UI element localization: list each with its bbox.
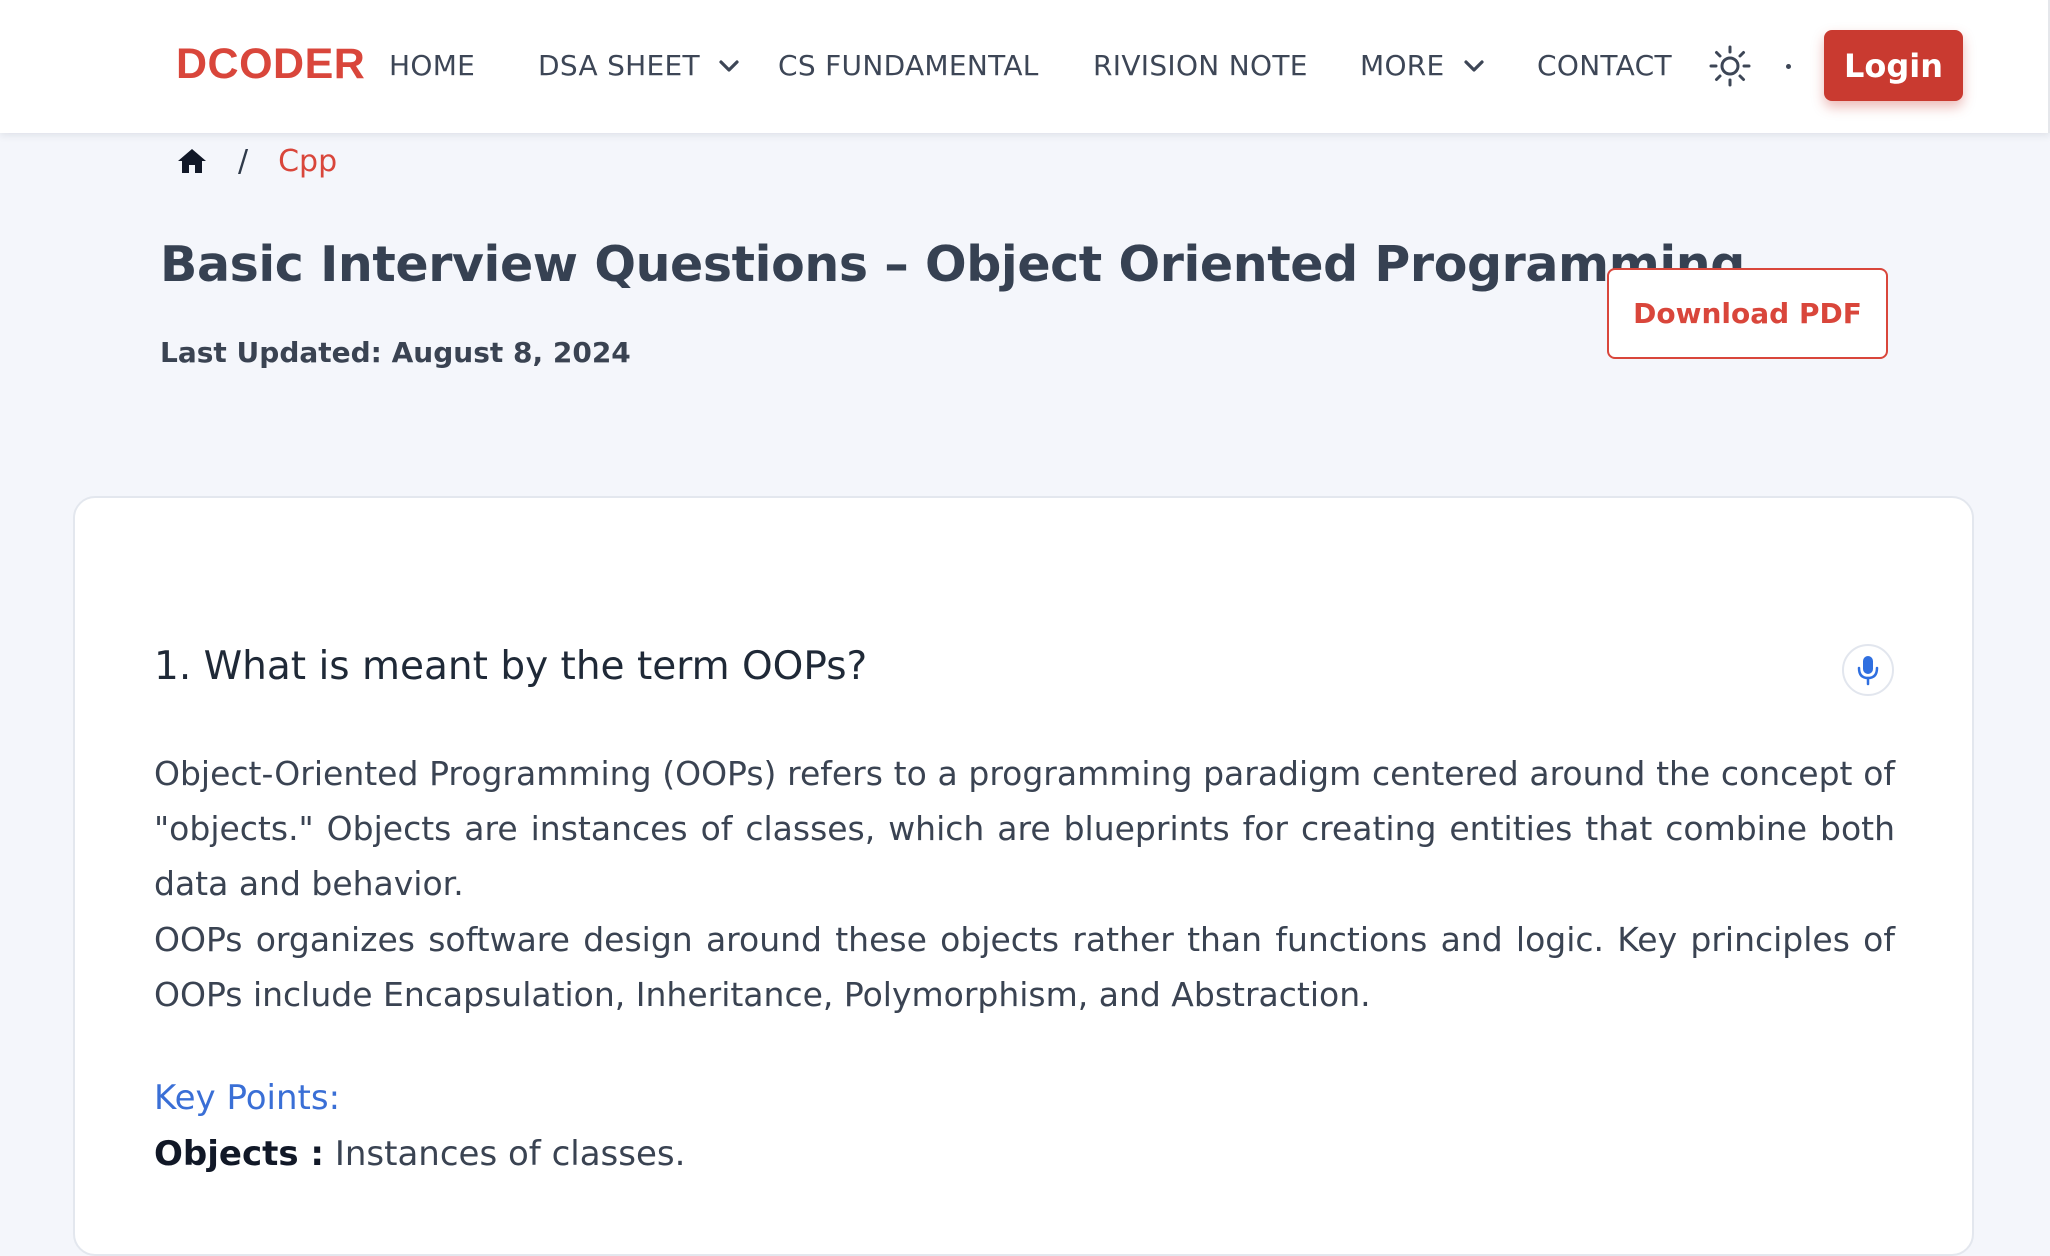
breadcrumb-current[interactable]: Cpp	[278, 144, 337, 179]
login-button[interactable]: Login	[1824, 30, 1963, 101]
nav-home-label: HOME	[389, 49, 476, 82]
nav-contact-label: CONTACT	[1537, 49, 1672, 82]
nav-rivision-note[interactable]: RIVISION NOTE	[1093, 49, 1308, 82]
sun-icon[interactable]	[1708, 44, 1752, 88]
site-logo[interactable]: DCODER	[176, 40, 365, 89]
nav-dsa-sheet-label: DSA SHEET	[538, 49, 700, 82]
download-pdf-button[interactable]: Download PDF	[1607, 268, 1888, 359]
read-aloud-button[interactable]	[1842, 644, 1894, 696]
nav-home[interactable]: HOME	[389, 49, 475, 82]
nav-cs-fundamental-label: CS FUNDAMENTAL	[778, 49, 1039, 82]
question-heading: 1. What is meant by the term OOPs?	[154, 644, 868, 689]
chevron-down-icon	[719, 59, 739, 72]
key-point-term: Objects :	[154, 1134, 325, 1174]
chevron-down-icon	[1463, 59, 1484, 72]
microphone-icon	[1857, 656, 1879, 686]
nav-more-label: MORE	[1360, 49, 1445, 82]
key-points-heading: Key Points:	[154, 1078, 341, 1118]
answer-paragraph: OOPs organizes software design around th…	[154, 920, 1895, 1014]
answer-paragraph: Object-Oriented Programming (OOPs) refer…	[154, 754, 1895, 903]
nav-cs-fundamental[interactable]: CS FUNDAMENTAL	[778, 49, 1039, 82]
key-point-text: Instances of classes.	[324, 1134, 686, 1174]
nav-rivision-note-label: RIVISION NOTE	[1093, 49, 1308, 82]
nav-separator-dot	[1786, 64, 1791, 69]
top-navbar: DCODER HOME DSA SHEET CS FUNDAMENTAL RIV…	[0, 0, 2050, 133]
home-icon[interactable]	[176, 146, 208, 176]
last-updated: Last Updated: August 8, 2024	[160, 336, 631, 369]
key-point-item: Objects : Instances of classes.	[154, 1134, 685, 1174]
nav-dsa-sheet[interactable]: DSA SHEET	[538, 49, 740, 82]
breadcrumb: / Cpp	[176, 143, 337, 179]
nav-contact[interactable]: CONTACT	[1537, 49, 1672, 82]
breadcrumb-separator: /	[238, 143, 249, 179]
nav-more[interactable]: MORE	[1360, 49, 1485, 82]
page-title: Basic Interview Questions – Object Orien…	[160, 236, 1764, 293]
